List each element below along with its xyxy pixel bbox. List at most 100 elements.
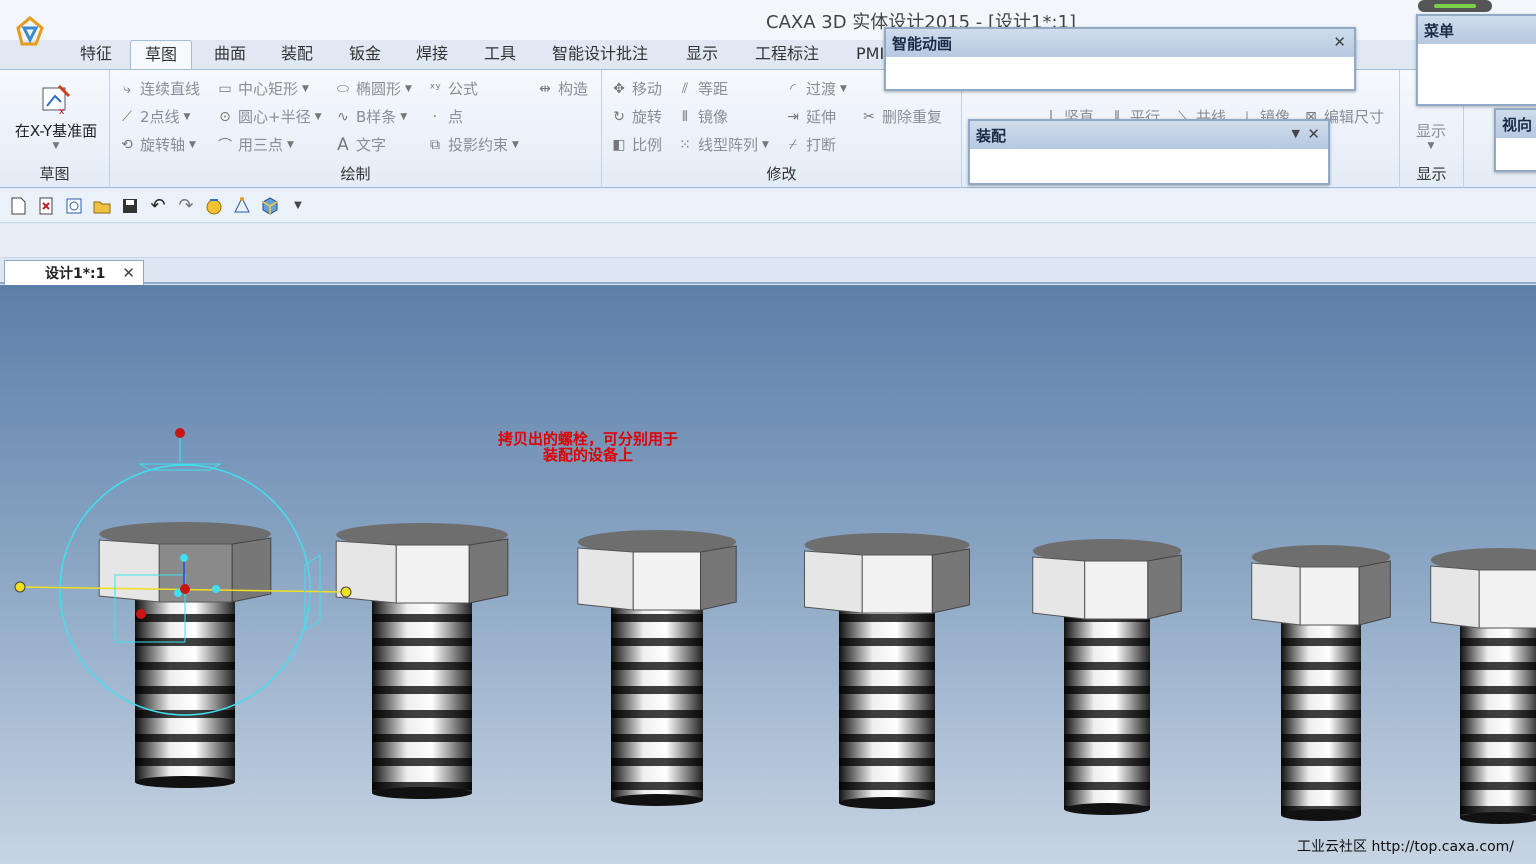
bolt[interactable] bbox=[1032, 539, 1182, 815]
formula-button[interactable]: ˣʸ 公式 bbox=[426, 78, 478, 99]
scale-button[interactable]: ◧ 比例 bbox=[610, 134, 662, 155]
rotate-icon: ↻ bbox=[613, 108, 625, 125]
chevron-down-icon: ▼ bbox=[183, 111, 191, 122]
ribbon-group-draw: ⤷ 连续直线 ▭ 中心矩形 ▼ ⬭ 椭圆形 ▼ ˣʸ 公式 ⇹ 构造 ⟋ 2点线 ▼ ⊙ 圆心+半径… bbox=[110, 70, 602, 188]
rectangle-icon: ▭ bbox=[218, 80, 232, 97]
watermark-text: 工业云社区 http://top.caxa.com/ bbox=[1297, 839, 1514, 855]
tab-assembly[interactable]: 装配 bbox=[267, 40, 327, 70]
floating-grip[interactable] bbox=[1418, 0, 1492, 12]
close-icon[interactable]: ✕ bbox=[1333, 33, 1346, 51]
tree-button[interactable] bbox=[230, 194, 254, 218]
chevron-down-icon: ▼ bbox=[314, 111, 322, 122]
xy-plane-button[interactable]: x 在X-Y基准面 ▼ bbox=[8, 78, 104, 151]
new-design-icon bbox=[39, 197, 53, 214]
redo-icon: ↷ bbox=[178, 195, 194, 216]
redo-button[interactable]: ↷ bbox=[174, 194, 198, 218]
wizard-button[interactable] bbox=[202, 194, 226, 218]
point-button[interactable]: · 点 bbox=[426, 106, 463, 127]
offset-icon: ⫽ bbox=[681, 80, 689, 97]
group-label-draw: 绘制 bbox=[340, 165, 371, 183]
mirror-button[interactable]: ⫴ 镜像 bbox=[676, 106, 728, 127]
linear-pattern-button[interactable]: ⁙ 线型阵列 ▼ bbox=[676, 134, 769, 155]
smart-animation-title: 智能动画 bbox=[886, 29, 1354, 57]
wizard-icon bbox=[206, 198, 222, 214]
axis-icon: ⟲ bbox=[121, 136, 133, 153]
move-button[interactable]: ✥ 移动 bbox=[610, 78, 662, 99]
open-folder-button[interactable] bbox=[90, 194, 114, 218]
close-icon[interactable]: ✕ bbox=[1307, 125, 1320, 143]
tab-sketch[interactable]: 草图 bbox=[130, 40, 193, 70]
document-tab[interactable]: 设计1*:1 ✕ bbox=[4, 260, 144, 285]
caxa-logo-icon[interactable] bbox=[12, 14, 48, 50]
annotation-line-1: 拷贝出的螺栓，可分别用于 bbox=[497, 430, 678, 448]
view-direction-panel[interactable]: 视向 bbox=[1494, 108, 1536, 172]
qat-customize-button[interactable]: ▼ bbox=[286, 194, 310, 218]
bolt[interactable] bbox=[1430, 548, 1536, 824]
break-button[interactable]: ⌿ 打断 bbox=[784, 134, 836, 155]
chevron-down-icon[interactable]: ▼ bbox=[1292, 127, 1300, 140]
folder-icon bbox=[93, 201, 111, 213]
tab-welding[interactable]: 焊接 bbox=[402, 40, 462, 70]
xy-plane-label: 在X-Y基准面 bbox=[14, 122, 98, 140]
two-point-line-button[interactable]: ⟋ 2点线 ▼ bbox=[118, 106, 190, 127]
tab-features[interactable]: 特征 bbox=[66, 40, 126, 70]
bolt[interactable] bbox=[577, 530, 737, 806]
extend-icon: ⇥ bbox=[787, 108, 799, 125]
bspline-button[interactable]: ∿ B样条 ▼ bbox=[334, 106, 407, 127]
new-design-button[interactable] bbox=[34, 194, 58, 218]
tab-engineering-dim[interactable]: 工程标注 bbox=[741, 40, 833, 70]
ribbon-group-sketch: x 在X-Y基准面 ▼ 草图 bbox=[0, 70, 110, 188]
tab-display[interactable]: 显示 bbox=[672, 40, 732, 70]
group-label-sketch: 草图 bbox=[39, 165, 70, 183]
close-icon[interactable]: ✕ bbox=[122, 264, 135, 282]
break-icon: ⌿ bbox=[788, 136, 798, 153]
polyline-button[interactable]: ⤷ 连续直线 bbox=[118, 78, 200, 99]
app-window: CAXA 3D 实体设计2015 - [设计1*:1] 特征 草图 曲面 装配 … bbox=[0, 0, 1536, 864]
menu-panel[interactable]: 菜单 bbox=[1416, 14, 1536, 106]
undo-button[interactable]: ↶ bbox=[146, 194, 170, 218]
chevron-down-icon: ▼ bbox=[405, 83, 412, 94]
circle-center-radius-button[interactable]: ⊙ 圆心+半径 ▼ bbox=[216, 106, 322, 127]
chevron-down-icon: ▼ bbox=[287, 139, 294, 150]
circle-icon: ⊙ bbox=[219, 108, 231, 125]
fillet-button[interactable]: ◜ 过渡 ▼ bbox=[784, 78, 847, 99]
3d-viewport[interactable]: 拷贝出的螺栓，可分别用于 装配的设备上 工业云社区 http://top.cax… bbox=[0, 285, 1536, 864]
bolt-scene[interactable] bbox=[0, 285, 1536, 864]
new-file-button[interactable] bbox=[6, 194, 30, 218]
quick-access-toolbar: ↶ ↷ ▼ bbox=[0, 189, 1536, 223]
bolt[interactable] bbox=[335, 523, 509, 799]
menu-panel-title: 菜单 bbox=[1418, 16, 1536, 44]
polyline-icon: ⤷ bbox=[123, 80, 131, 97]
rotation-axis-button[interactable]: ⟲ 旋转轴 ▼ bbox=[118, 134, 196, 155]
tree-icon bbox=[234, 196, 250, 212]
three-point-arc-button[interactable]: ⌒ 用三点 ▼ bbox=[216, 134, 294, 155]
new-file-icon bbox=[11, 197, 26, 214]
svg-text:x: x bbox=[59, 107, 65, 116]
center-rectangle-button[interactable]: ▭ 中心矩形 ▼ bbox=[216, 78, 309, 99]
tab-surface[interactable]: 曲面 bbox=[200, 40, 260, 70]
chevron-down-icon: ▼ bbox=[512, 139, 519, 150]
offset-button[interactable]: ⫽ 等距 bbox=[676, 78, 728, 99]
new-drawing-icon bbox=[66, 198, 82, 213]
design-library-button[interactable] bbox=[258, 194, 282, 218]
display-button[interactable]: 显示 ▼ bbox=[1416, 120, 1446, 151]
tab-sheet-metal[interactable]: 钣金 bbox=[335, 40, 395, 70]
tab-smart-annotation[interactable]: 智能设计批注 bbox=[538, 40, 662, 70]
text-button[interactable]: A 文字 bbox=[334, 134, 386, 155]
annotation-line-2: 装配的设备上 bbox=[542, 446, 633, 464]
extend-button[interactable]: ⇥ 延伸 bbox=[784, 106, 836, 127]
ellipse-button[interactable]: ⬭ 椭圆形 ▼ bbox=[334, 78, 412, 99]
assembly-panel[interactable]: 装配 ▼ ✕ bbox=[968, 119, 1330, 185]
bolt[interactable] bbox=[804, 533, 970, 809]
assembly-panel-title: 装配 bbox=[970, 121, 1328, 149]
fillet-icon: ◜ bbox=[790, 80, 796, 97]
bolt[interactable] bbox=[1251, 545, 1391, 821]
smart-animation-panel[interactable]: 智能动画 ✕ bbox=[884, 27, 1356, 91]
delete-duplicate-button[interactable]: ✂ 删除重复 bbox=[860, 106, 942, 127]
new-drawing-button[interactable] bbox=[62, 194, 86, 218]
construction-button[interactable]: ⇹ 构造 bbox=[536, 78, 588, 99]
tab-tools[interactable]: 工具 bbox=[470, 40, 530, 70]
projection-constraint-button[interactable]: ⧉ 投影约束 ▼ bbox=[426, 134, 519, 155]
rotate-button[interactable]: ↻ 旋转 bbox=[610, 106, 662, 127]
save-button[interactable] bbox=[118, 194, 142, 218]
